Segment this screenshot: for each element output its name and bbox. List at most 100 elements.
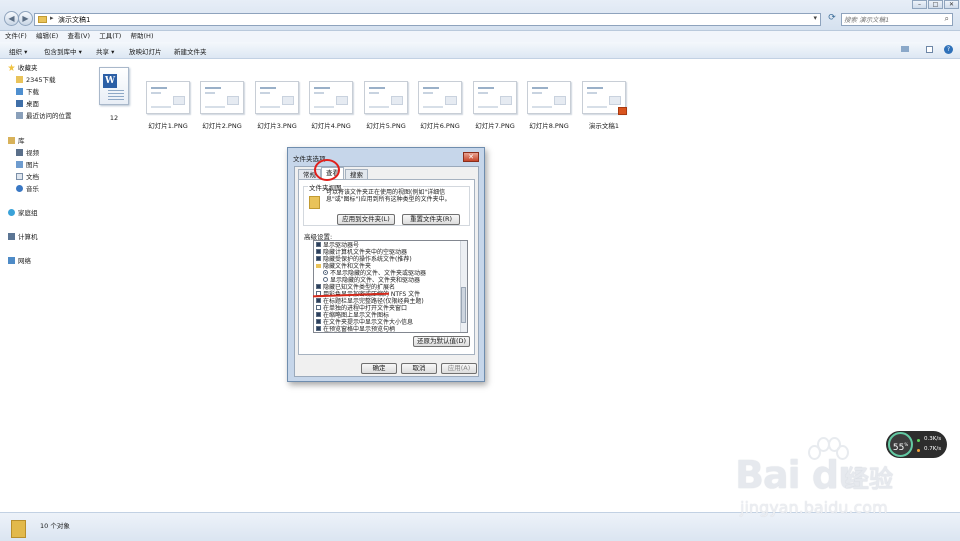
setting-label: 不显示隐藏的文件、文件夹或驱动器 <box>330 270 427 277</box>
file-item[interactable]: 幻灯片5.PNG <box>360 67 412 130</box>
command-bar: 组织 ▾ 包含到库中 ▾ 共享 ▾ 放映幻灯片 新建文件夹 ? <box>0 42 960 59</box>
checkbox[interactable] <box>316 319 321 324</box>
sidebar-item-recent[interactable]: 最近访问的位置 <box>16 112 72 121</box>
sidebar-item-downloads[interactable]: 下载 <box>16 88 39 97</box>
sidebar-item-pictures[interactable]: 图片 <box>16 161 39 170</box>
file-name: 幻灯片3.PNG <box>257 122 297 130</box>
star-icon <box>8 64 15 71</box>
file-name: 幻灯片8.PNG <box>529 122 569 130</box>
minimize-button[interactable]: – <box>912 0 927 9</box>
search-box[interactable]: ⌕ <box>841 13 953 26</box>
download-icon <box>16 88 23 95</box>
chevron-right-icon[interactable]: ▸ <box>50 14 54 22</box>
setting-row[interactable]: 在预览窗格中显示预览句柄 <box>316 326 396 333</box>
folder-icon <box>38 16 47 23</box>
setting-label: 在预览窗格中显示预览句柄 <box>323 326 396 333</box>
ok-button[interactable]: 确定 <box>361 363 397 374</box>
file-name: 幻灯片5.PNG <box>366 122 406 130</box>
sidebar-library[interactable]: 库 <box>8 137 25 146</box>
folder-icon <box>11 520 26 538</box>
restore-defaults-button[interactable]: 还原为默认值(D) <box>413 336 470 347</box>
dialog-close-button[interactable]: ✕ <box>463 152 479 162</box>
checkbox[interactable] <box>316 242 321 247</box>
music-icon <box>16 185 23 192</box>
file-name: 幻灯片6.PNG <box>420 122 460 130</box>
forward-button[interactable]: ▶ <box>18 11 33 26</box>
search-icon[interactable]: ⌕ <box>945 14 949 24</box>
new-folder-button[interactable]: 新建文件夹 <box>174 46 207 56</box>
menu-bar: 文件(F) 编辑(E) 查看(V) 工具(T) 帮助(H) <box>0 31 960 42</box>
file-item[interactable]: W 12 <box>88 67 140 122</box>
menu-edit[interactable]: 编辑(E) <box>31 31 60 42</box>
file-item[interactable]: 幻灯片3.PNG <box>251 67 303 130</box>
watermark-jingyan: 经验 <box>845 465 893 493</box>
watermark: Bai du 经验 jingyan.baidu.com <box>735 437 955 528</box>
sidebar-item-desktop[interactable]: 桌面 <box>16 100 39 109</box>
address-path[interactable]: 演示文稿1 <box>58 15 90 25</box>
file-item[interactable]: 幻灯片1.PNG <box>142 67 194 130</box>
close-window-button[interactable]: ✕ <box>944 0 959 9</box>
menu-tools[interactable]: 工具(T) <box>94 31 123 42</box>
radio-button[interactable] <box>323 270 328 275</box>
scrollbar[interactable] <box>460 241 467 332</box>
sidebar-favorites[interactable]: 收藏夹 <box>8 64 38 73</box>
image-thumbnail <box>309 81 353 114</box>
sidebar-network[interactable]: 网络 <box>8 257 31 266</box>
sidebar-item-videos[interactable]: 视频 <box>16 149 39 158</box>
chevron-down-icon[interactable]: ▾ <box>813 14 817 22</box>
reset-folders-button[interactable]: 重置文件夹(R) <box>402 214 460 225</box>
share-button[interactable]: 共享 ▾ <box>96 46 114 56</box>
download-dot-icon <box>917 449 920 452</box>
sidebar-item-music[interactable]: 音乐 <box>16 185 39 194</box>
file-item[interactable]: 幻灯片4.PNG <box>305 67 357 130</box>
file-item[interactable]: 幻灯片6.PNG <box>414 67 466 130</box>
checkbox[interactable] <box>316 284 321 289</box>
cancel-button[interactable]: 取消 <box>401 363 437 374</box>
video-icon <box>16 149 23 156</box>
slideshow-button[interactable]: 放映幻灯片 <box>129 46 162 56</box>
menu-file[interactable]: 文件(F) <box>0 31 29 42</box>
sidebar-item-2345-download[interactable]: 2345下载 <box>16 76 56 85</box>
maximize-button[interactable]: □ <box>928 0 943 9</box>
file-item[interactable]: 演示文稿1 <box>578 67 630 130</box>
search-input[interactable] <box>844 15 939 25</box>
file-name: 幻灯片4.PNG <box>311 122 351 130</box>
image-thumbnail <box>473 81 517 114</box>
sidebar-homegroup[interactable]: 家庭组 <box>8 209 38 218</box>
checkbox[interactable] <box>316 305 321 310</box>
refresh-icon[interactable]: ⟳ <box>826 13 838 26</box>
checkbox[interactable] <box>316 298 321 303</box>
image-thumbnail <box>364 81 408 114</box>
checkbox[interactable] <box>316 256 321 261</box>
checkbox[interactable] <box>316 326 321 331</box>
preview-pane-icon[interactable] <box>926 46 933 53</box>
scrollbar-thumb[interactable] <box>461 287 466 323</box>
menu-help[interactable]: 帮助(H) <box>126 31 156 42</box>
library-icon <box>8 137 15 144</box>
apply-to-folders-button[interactable]: 应用到文件夹(L) <box>337 214 395 225</box>
advanced-settings-list[interactable]: 显示驱动器号 隐藏计算机文件夹中的空驱动器 隐藏受保护的操作系统文件(推荐) 隐藏文件… <box>313 240 468 333</box>
view-tab-panel: 文件夹视图 可以将该文件夹正在使用的视图(例如"详细信息"或"图标")应用到所有… <box>298 179 475 355</box>
image-thumbnail <box>255 81 299 114</box>
checkbox[interactable] <box>316 312 321 317</box>
tab-search[interactable]: 搜索 <box>345 169 368 179</box>
back-button[interactable]: ◀ <box>4 11 19 26</box>
organize-button[interactable]: 组织 ▾ <box>9 46 27 56</box>
file-item[interactable]: 幻灯片2.PNG <box>196 67 248 130</box>
folder-views-group: 文件夹视图 可以将该文件夹正在使用的视图(例如"详细信息"或"图标")应用到所有… <box>303 182 470 226</box>
sidebar-item-documents[interactable]: 文档 <box>16 173 39 182</box>
checkbox[interactable] <box>316 249 321 254</box>
help-icon[interactable]: ? <box>944 45 953 54</box>
file-item[interactable]: 幻灯片7.PNG <box>469 67 521 130</box>
apply-button[interactable]: 应用(A) <box>441 363 477 374</box>
menu-view[interactable]: 查看(V) <box>62 31 92 42</box>
address-bar[interactable]: ▸ 演示文稿1 ▾ <box>34 13 821 26</box>
image-thumbnail <box>200 81 244 114</box>
file-item[interactable]: 幻灯片8.PNG <box>523 67 575 130</box>
sidebar-computer[interactable]: 计算机 <box>8 233 38 242</box>
change-view-icon[interactable] <box>901 46 909 52</box>
title-bar: ◀ ▶ ▸ 演示文稿1 ▾ ⟳ ⌕ – □ ✕ <box>0 0 960 31</box>
radio-button[interactable] <box>323 277 328 282</box>
include-in-library-button[interactable]: 包含到库中 ▾ <box>44 46 82 56</box>
setting-label: 隐藏文件和文件夹 <box>323 263 372 270</box>
